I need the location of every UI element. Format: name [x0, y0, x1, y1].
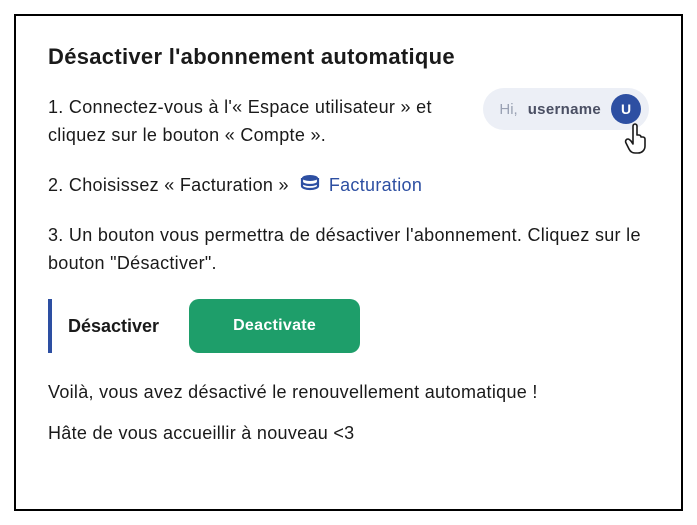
step-1-text: 1. Connectez-vous à l'« Espace utilisate…: [48, 94, 465, 150]
outro-text-2: Hâte de vous accueillir à nouveau <3: [48, 420, 649, 447]
billing-link-label: Facturation: [329, 175, 422, 196]
instructions-panel: Désactiver l'abonnement automatique 1. C…: [14, 14, 683, 511]
step-3-text: 3. Un bouton vous permettra de désactive…: [48, 222, 649, 278]
greeting-text: Hi,: [499, 101, 517, 118]
outro-text-1: Voilà, vous avez désactivé le renouvelle…: [48, 379, 649, 406]
deactivate-row: Désactiver Deactivate: [48, 299, 649, 353]
deactivate-label: Désactiver: [48, 299, 167, 353]
deactivate-button[interactable]: Deactivate: [189, 299, 360, 353]
coins-icon: [299, 172, 321, 199]
page-title: Désactiver l'abonnement automatique: [48, 44, 649, 70]
user-account-pill[interactable]: Hi, username U: [483, 88, 649, 130]
step-2-row: 2. Choisissez « Facturation » Facturatio…: [48, 172, 649, 200]
avatar: U: [611, 94, 641, 124]
step-1-row: 1. Connectez-vous à l'« Espace utilisate…: [48, 94, 649, 172]
pointer-cursor-icon: [623, 123, 651, 160]
step-2-text: 2. Choisissez « Facturation »: [48, 172, 289, 200]
username-text: username: [528, 101, 601, 118]
billing-link[interactable]: Facturation: [299, 172, 422, 199]
